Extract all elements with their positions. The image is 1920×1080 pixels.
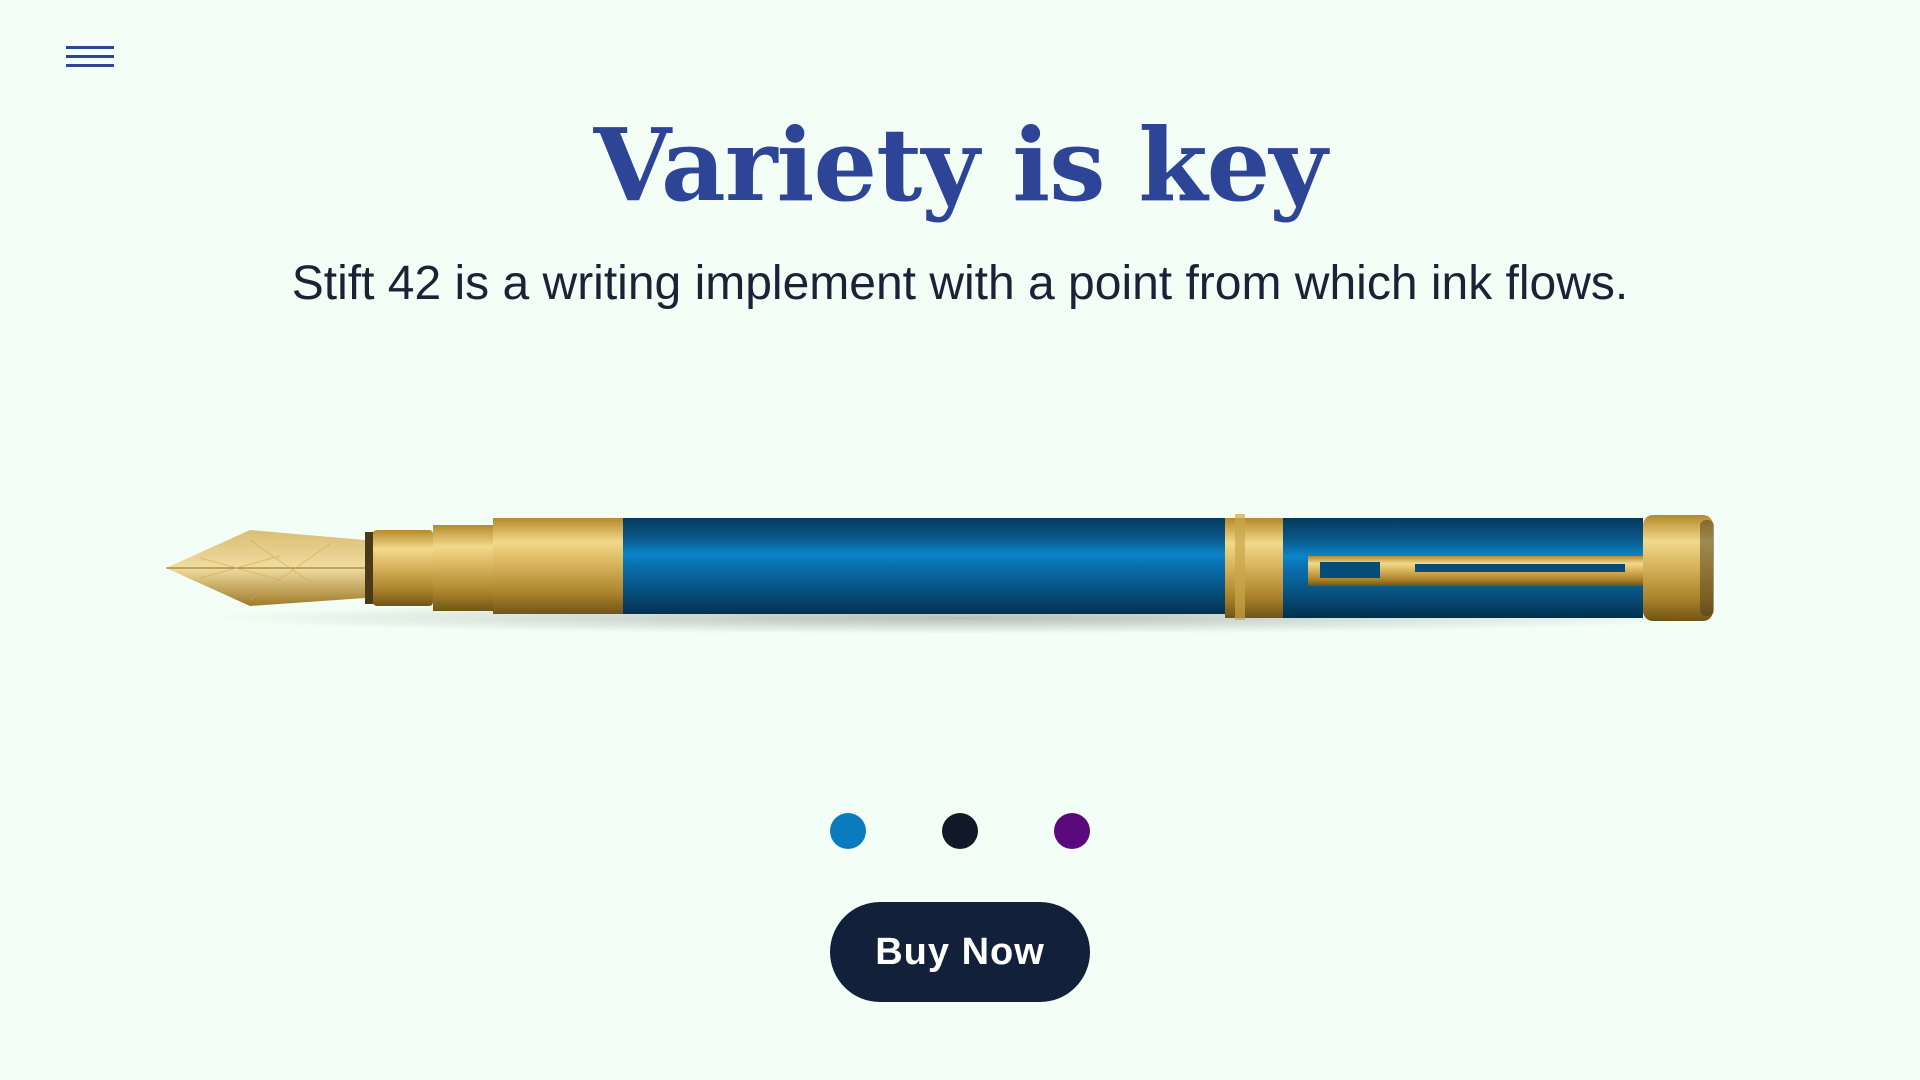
buy-now-button[interactable]: Buy Now — [830, 902, 1090, 1002]
page-subtitle: Stift 42 is a writing implement with a p… — [291, 257, 1629, 310]
menu-bar — [66, 55, 114, 58]
menu-bar — [66, 64, 114, 67]
page-title: Variety is key — [593, 106, 1328, 224]
color-options — [830, 813, 1090, 851]
color-swatch-blue[interactable] — [830, 813, 866, 849]
hamburger-menu-icon[interactable] — [66, 44, 116, 76]
fountain-pen-image — [166, 514, 1720, 634]
page: Variety is key Stift 42 is a writing imp… — [0, 0, 1920, 1080]
color-swatch-purple[interactable] — [1054, 813, 1090, 849]
color-swatch-navy[interactable] — [942, 813, 978, 849]
menu-bar — [66, 46, 114, 49]
